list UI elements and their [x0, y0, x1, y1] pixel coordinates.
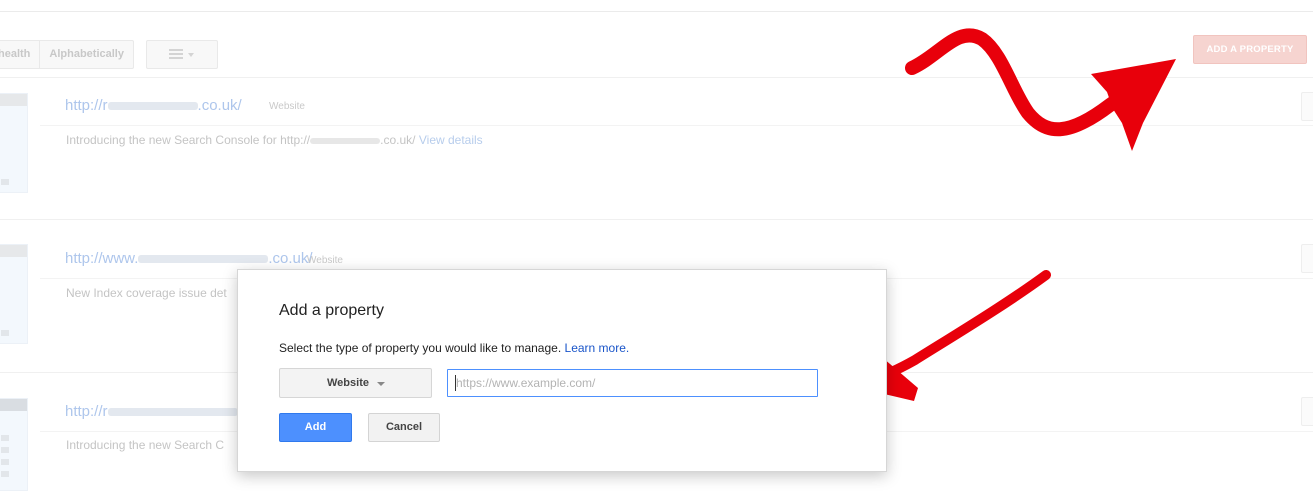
property-link[interactable]: http://r: [65, 403, 238, 420]
site-thumbnail[interactable]: [0, 244, 28, 344]
property-type-label: Website: [269, 101, 305, 112]
property-link[interactable]: http://r .co.uk/: [65, 97, 242, 114]
text-cursor: [455, 375, 456, 391]
view-mode-button[interactable]: [146, 40, 218, 69]
add-property-dialog: Add a property Select the type of proper…: [237, 269, 887, 472]
chevron-down-icon: [188, 53, 194, 57]
redacted-text: [107, 102, 198, 111]
property-menu-button[interactable]: [1301, 92, 1313, 121]
chevron-down-icon: [377, 382, 385, 386]
cancel-button[interactable]: Cancel: [368, 413, 440, 442]
dialog-description-text: Select the type of property you would li…: [279, 341, 562, 355]
view-details-link[interactable]: View details: [419, 133, 483, 147]
property-url-input[interactable]: [447, 369, 818, 397]
annotation-arrow-top: [905, 28, 1176, 151]
redacted-text: [107, 408, 238, 417]
property-type-select[interactable]: Website: [279, 368, 432, 398]
property-menu-button[interactable]: [1301, 244, 1313, 273]
learn-more-link[interactable]: Learn more.: [565, 341, 630, 355]
list-view-icon: [169, 49, 183, 60]
property-type-value: Website: [327, 377, 369, 389]
property-link[interactable]: http://www. .co.uk/: [65, 250, 313, 267]
sort-by-health-button[interactable]: health: [0, 41, 39, 68]
redacted-text: [310, 137, 381, 144]
property-menu-button[interactable]: [1301, 397, 1313, 426]
add-property-button[interactable]: ADD A PROPERTY: [1193, 35, 1307, 64]
dialog-description: Select the type of property you would li…: [279, 341, 629, 355]
site-thumbnail[interactable]: [0, 93, 28, 193]
dialog-title: Add a property: [279, 302, 384, 319]
add-button[interactable]: Add: [279, 413, 352, 442]
row-divider: [0, 219, 1313, 220]
site-thumbnail[interactable]: [0, 398, 28, 491]
sort-alphabetically-button[interactable]: Alphabetically: [39, 41, 133, 68]
property-message: Introducing the new Search C: [66, 438, 225, 452]
property-type-label: Website: [307, 255, 343, 266]
redacted-text: [138, 255, 269, 264]
sort-button-group: health Alphabetically: [0, 40, 134, 69]
property-message: New Index coverage issue det: [66, 286, 227, 300]
top-divider: [0, 11, 1313, 12]
property-message: Introducing the new Search Console for h…: [66, 133, 483, 147]
